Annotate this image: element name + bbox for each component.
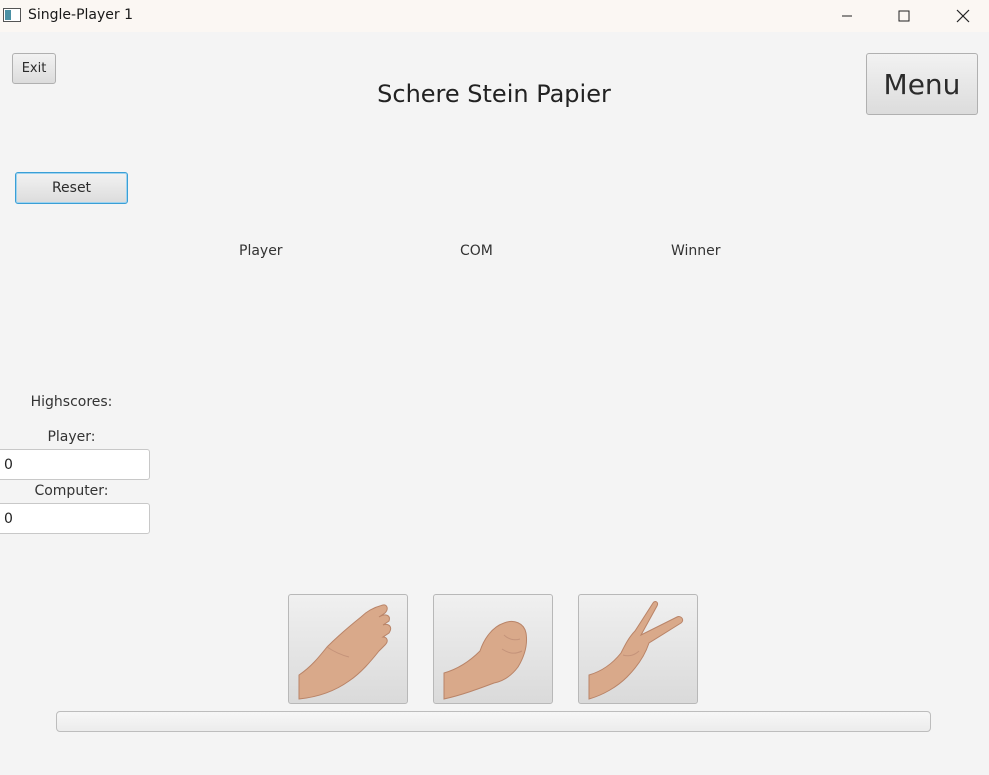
highscores-title: Highscores:: [30, 394, 113, 410]
computer-score-field[interactable]: 0: [0, 503, 150, 534]
player-score-label: Player:: [47, 429, 96, 445]
rock-button[interactable]: [433, 594, 553, 704]
winner-column-label: Winner: [671, 243, 721, 259]
menu-button[interactable]: Menu: [866, 53, 978, 115]
paper-button[interactable]: [288, 594, 408, 704]
rock-fist-icon: [443, 620, 527, 700]
close-icon: [956, 9, 970, 23]
com-column-label: COM: [460, 243, 493, 259]
computer-score-label: Computer:: [34, 483, 109, 499]
window-title: Single-Player 1: [28, 7, 134, 23]
minimize-button[interactable]: [824, 0, 870, 32]
scissors-button[interactable]: [578, 594, 698, 704]
paper-hand-icon: [298, 604, 392, 700]
page-title: Schere Stein Papier: [377, 80, 611, 108]
title-bar: Single-Player 1: [0, 0, 989, 32]
maximize-button[interactable]: [881, 0, 927, 32]
close-button[interactable]: [940, 0, 986, 32]
scissors-hand-icon: [588, 601, 684, 700]
progress-bar: [56, 711, 931, 732]
player-score-field[interactable]: 0: [0, 449, 150, 480]
minimize-icon: [842, 15, 852, 17]
exit-button[interactable]: Exit: [12, 53, 56, 84]
player-column-label: Player: [239, 243, 283, 259]
maximize-icon: [898, 10, 910, 22]
reset-button[interactable]: Reset: [15, 172, 128, 204]
app-icon: [3, 8, 21, 22]
